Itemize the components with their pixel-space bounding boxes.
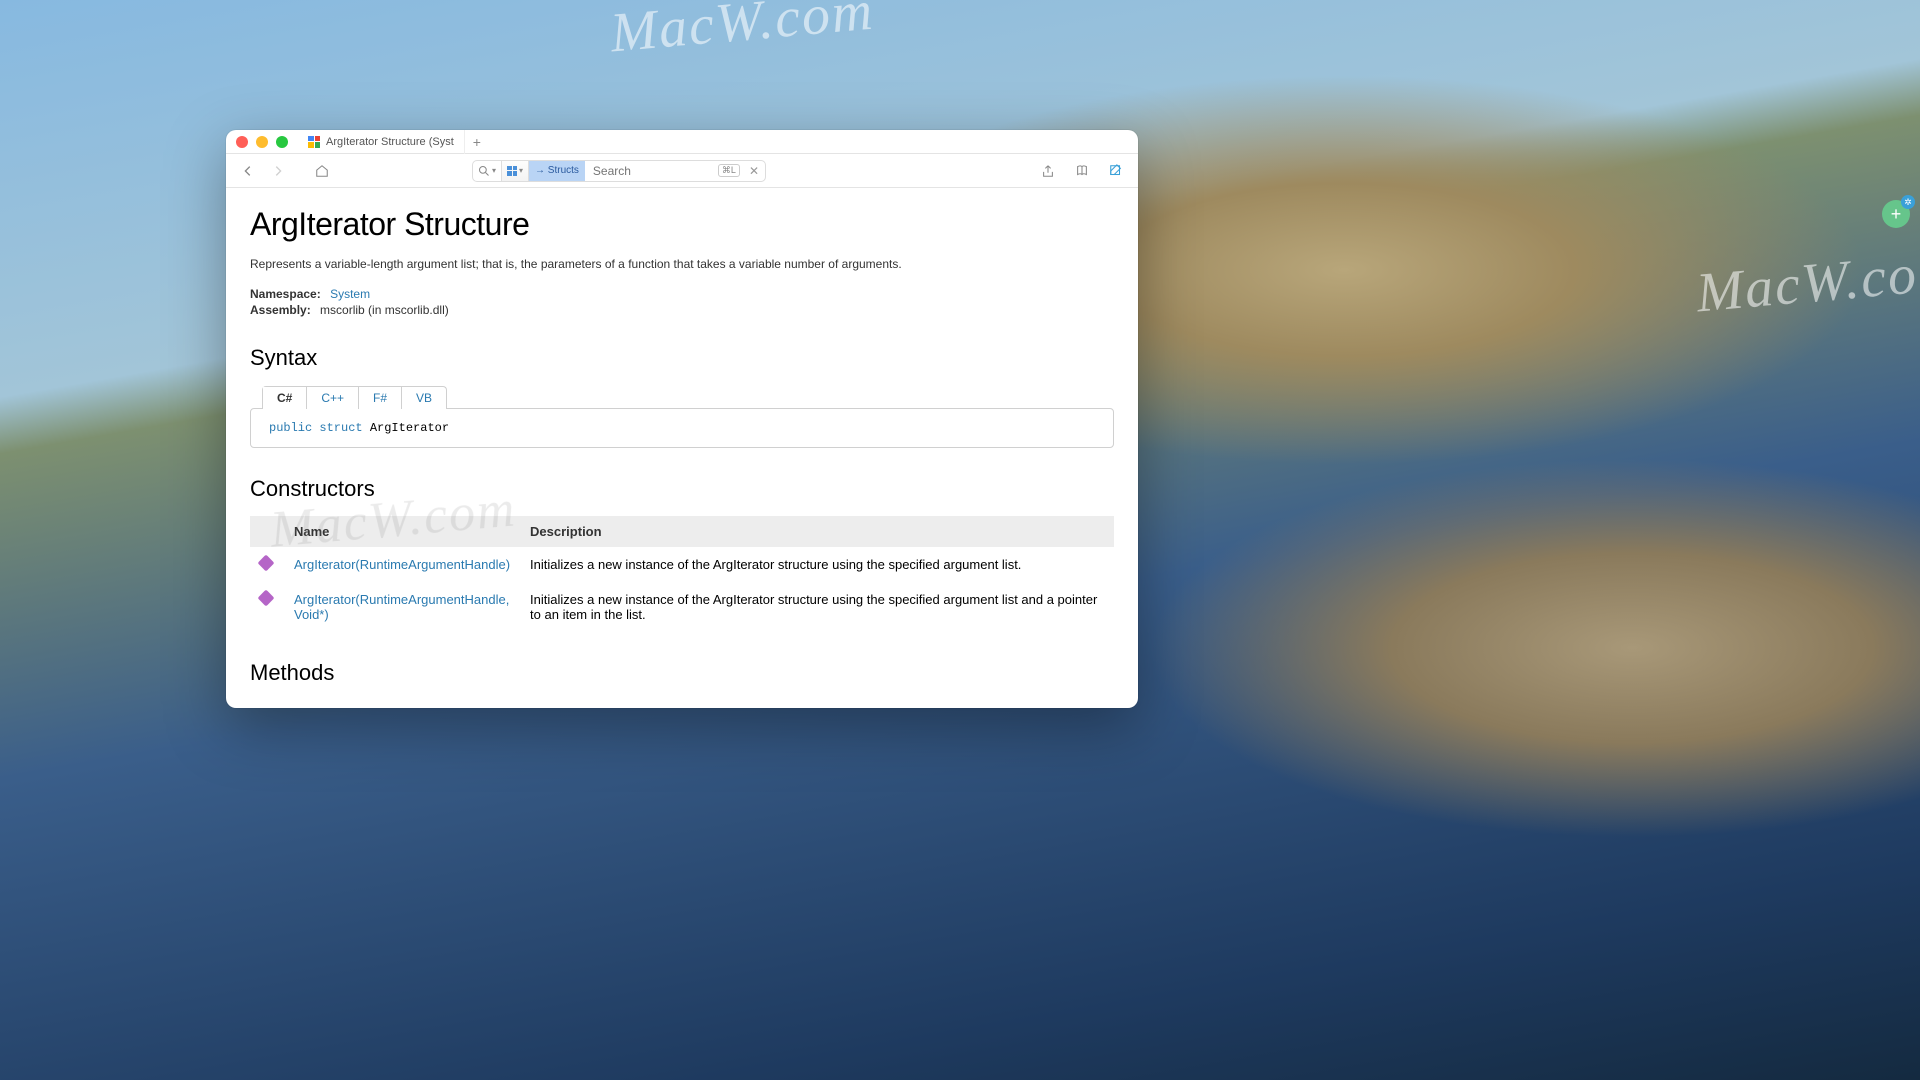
method-icon xyxy=(258,555,275,572)
titlebar: ArgIterator Structure (Syst + xyxy=(226,130,1138,154)
browser-tab[interactable]: ArgIterator Structure (Syst xyxy=(298,130,465,154)
search-icon-button[interactable]: ▾ xyxy=(473,161,502,181)
share-icon xyxy=(1041,164,1055,178)
toolbar: ▾ ▾ → Structs ⌘L ✕ xyxy=(226,154,1138,188)
traffic-lights xyxy=(236,136,288,148)
home-button[interactable] xyxy=(310,161,334,181)
constructor-description: Initializes a new instance of the ArgIte… xyxy=(520,582,1114,632)
edit-button[interactable] xyxy=(1104,161,1128,181)
namespace-link[interactable]: System xyxy=(330,287,370,301)
tab-fsharp[interactable]: F# xyxy=(359,387,402,409)
assembly-value: mscorlib (in mscorlib.dll) xyxy=(320,303,449,317)
new-tab-button[interactable]: + xyxy=(473,134,481,150)
page-title: ArgIterator Structure xyxy=(250,206,1114,243)
assembly-label: Assembly: xyxy=(250,303,311,317)
fab-badge: ✲ xyxy=(1901,195,1915,209)
chevron-left-icon xyxy=(241,164,255,178)
table-header-row: Name Description xyxy=(250,516,1114,547)
bookmarks-button[interactable] xyxy=(1070,161,1094,181)
view-toggle[interactable]: ▾ xyxy=(502,161,529,181)
constructors-heading: Constructors xyxy=(250,476,1114,502)
assembly-row: Assembly: mscorlib (in mscorlib.dll) xyxy=(250,303,1114,317)
code-typename-text: ArgIterator xyxy=(370,421,449,435)
col-name: Name xyxy=(284,516,520,547)
keyboard-shortcut-hint: ⌘L xyxy=(718,164,740,177)
constructors-table: Name Description ArgIterator(RuntimeArgu… xyxy=(250,516,1114,632)
namespace-label: Namespace: xyxy=(250,287,321,301)
content-area: ArgIterator Structure Represents a varia… xyxy=(226,188,1138,708)
forward-button[interactable] xyxy=(266,161,290,181)
share-button[interactable] xyxy=(1036,161,1060,181)
clear-search-button[interactable]: ✕ xyxy=(743,164,765,178)
chevron-right-icon xyxy=(271,164,285,178)
filter-chip-structs[interactable]: → Structs xyxy=(529,161,585,181)
namespace-row: Namespace: System xyxy=(250,287,1114,301)
constructor-description: Initializes a new instance of the ArgIte… xyxy=(520,547,1114,582)
add-fab[interactable]: + ✲ xyxy=(1882,200,1910,228)
search-icon xyxy=(478,165,490,177)
code-keyword: public struct xyxy=(269,421,363,435)
maximize-button[interactable] xyxy=(276,136,288,148)
col-description: Description xyxy=(520,516,1114,547)
syntax-heading: Syntax xyxy=(250,345,1114,371)
constructor-link[interactable]: ArgIterator(RuntimeArgumentHandle, Void*… xyxy=(294,592,509,622)
compose-icon xyxy=(1109,164,1123,178)
minimize-button[interactable] xyxy=(256,136,268,148)
table-row: ArgIterator(RuntimeArgumentHandle) Initi… xyxy=(250,547,1114,582)
home-icon xyxy=(315,164,329,178)
book-icon xyxy=(1075,164,1089,178)
search-input[interactable] xyxy=(585,161,715,181)
search-bar: ▾ ▾ → Structs ⌘L ✕ xyxy=(472,160,766,182)
grid-icon xyxy=(507,166,517,176)
app-window: ArgIterator Structure (Syst + ▾ ▾ → Stru… xyxy=(226,130,1138,708)
table-row: ArgIterator(RuntimeArgumentHandle, Void*… xyxy=(250,582,1114,632)
toolbar-right xyxy=(1036,161,1128,181)
back-button[interactable] xyxy=(236,161,260,181)
close-button[interactable] xyxy=(236,136,248,148)
code-block: public struct ArgIterator xyxy=(250,408,1114,448)
syntax-tabs: C# C++ F# VB xyxy=(262,386,447,409)
method-icon xyxy=(258,590,275,607)
methods-heading: Methods xyxy=(250,660,1114,686)
constructor-link[interactable]: ArgIterator(RuntimeArgumentHandle) xyxy=(294,557,510,572)
page-description: Represents a variable-length argument li… xyxy=(250,257,1114,271)
chevron-down-icon: ▾ xyxy=(492,166,496,175)
tab-title: ArgIterator Structure (Syst xyxy=(326,136,454,148)
chevron-down-icon: ▾ xyxy=(519,166,523,175)
tab-vb[interactable]: VB xyxy=(402,387,446,409)
app-icon xyxy=(308,136,320,148)
tab-csharp[interactable]: C# xyxy=(263,387,307,409)
tab-cpp[interactable]: C++ xyxy=(307,387,359,409)
